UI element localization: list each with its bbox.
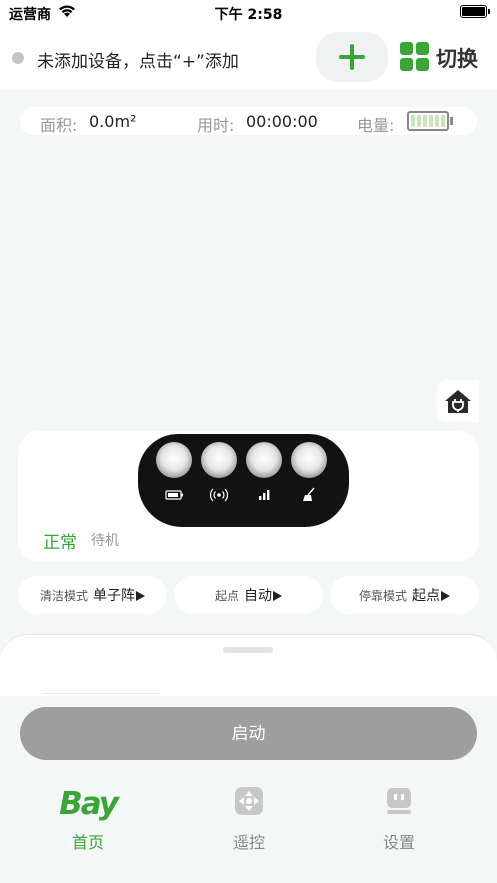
remote-dpad-icon xyxy=(235,787,263,815)
indicator-light xyxy=(201,442,237,478)
robot-control-panel xyxy=(138,434,349,527)
stats-bar: 面积: 0.0m² 用时: 00:00:00 电量: xyxy=(20,107,477,135)
home-charge-icon xyxy=(445,390,471,413)
battery-indicator-icon xyxy=(165,490,183,500)
grid-icon xyxy=(400,42,430,72)
top-bar: 未添加设备，点击“+”添加 切换 xyxy=(0,26,497,90)
robot-state-text: 正常 xyxy=(43,533,77,553)
start-point-value: 自动 xyxy=(244,588,273,604)
indicator-light xyxy=(291,442,327,478)
robot-settings-icon xyxy=(387,788,411,814)
dock-mode-label: 停靠模式 xyxy=(358,589,407,603)
tab-settings[interactable]: 设置 xyxy=(349,786,449,852)
bay-logo-icon: Bay xyxy=(59,786,119,822)
indicator-light xyxy=(156,442,192,478)
clean-mode-label: 清洁模式 xyxy=(39,589,88,603)
battery-label: 电量: xyxy=(357,116,395,135)
add-device-button[interactable] xyxy=(316,32,388,82)
tab-home-label: 首页 xyxy=(71,833,104,852)
signal-strength-icon xyxy=(259,490,270,500)
clock: 下午 2:58 xyxy=(214,7,283,23)
robot-status-card: 正常 待机 xyxy=(18,431,479,562)
tab-remote[interactable]: 遥控 xyxy=(199,786,299,852)
clean-mode-selector[interactable]: 清洁模式 单子阵 xyxy=(18,576,167,614)
area-label: 面积: xyxy=(40,116,78,135)
tab-settings-label: 设置 xyxy=(382,833,415,852)
start-point-selector[interactable]: 起点 自动 xyxy=(174,576,323,614)
dock-mode-value: 起点 xyxy=(412,588,441,604)
tab-bar: Bay 首页 遥控 设置 xyxy=(0,776,497,883)
tab-home[interactable]: Bay 首页 xyxy=(38,786,138,852)
divider xyxy=(42,693,160,694)
clean-mode-value: 单子阵 xyxy=(93,588,136,604)
robot-battery-icon xyxy=(407,111,449,131)
play-arrow-icon xyxy=(136,590,146,601)
battery-icon xyxy=(460,5,490,18)
bottom-sheet[interactable] xyxy=(0,634,497,696)
sheet-drag-handle[interactable] xyxy=(223,647,273,653)
indicator-light xyxy=(246,442,282,478)
start-button[interactable]: 启动 xyxy=(20,707,477,760)
time-value: 00:00:00 xyxy=(246,112,318,131)
signal-broadcast-icon xyxy=(209,488,229,502)
tab-remote-label: 遥控 xyxy=(232,833,265,852)
connection-status-dot xyxy=(12,52,24,64)
device-status-text[interactable]: 未添加设备，点击“+”添加 xyxy=(37,47,239,72)
robot-mode-state: 待机 xyxy=(91,533,119,549)
switch-label: 切换 xyxy=(436,47,478,71)
start-point-label: 起点 xyxy=(214,589,239,603)
play-arrow-icon xyxy=(273,590,283,601)
status-bar: 运营商 下午 2:58 xyxy=(0,0,497,26)
area-value: 0.0m² xyxy=(89,112,137,131)
play-arrow-icon xyxy=(441,590,451,601)
broom-icon xyxy=(303,487,315,501)
mode-selectors: 清洁模式 单子阵 起点 自动 停靠模式 起点 xyxy=(18,576,479,614)
dock-mode-selector[interactable]: 停靠模式 起点 xyxy=(330,576,479,614)
time-label: 用时: xyxy=(197,116,235,135)
return-to-dock-button[interactable] xyxy=(437,380,479,422)
